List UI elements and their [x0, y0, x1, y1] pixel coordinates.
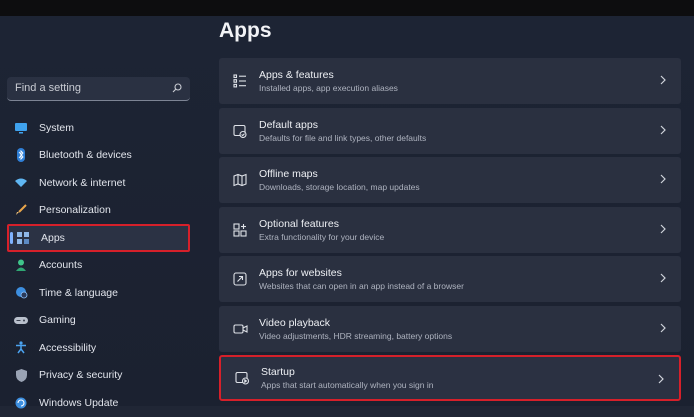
search-placeholder: Find a setting	[15, 82, 82, 94]
item-description: Websites that can open in an app instead…	[259, 281, 464, 291]
app-link-icon	[230, 269, 250, 289]
search-input[interactable]: Find a setting	[7, 77, 190, 101]
chevron-right-icon	[660, 273, 666, 283]
sidebar-nav: System Bluetooth & devices Network & int…	[7, 114, 190, 417]
chevron-right-icon	[660, 75, 666, 85]
gamepad-icon	[13, 312, 29, 328]
startup-item[interactable]: Startup Apps that start automatically wh…	[219, 355, 681, 401]
sidebar-item-time-language[interactable]: Time & language	[7, 279, 190, 307]
item-description: Downloads, storage location, map updates	[259, 182, 420, 192]
monitor-icon	[13, 120, 29, 136]
video-icon	[230, 319, 250, 339]
title-bar	[0, 0, 694, 16]
sidebar-item-label: Privacy & security	[39, 369, 123, 382]
sidebar-item-privacy-security[interactable]: Privacy & security	[7, 362, 190, 390]
update-icon	[13, 395, 29, 411]
sidebar-item-accessibility[interactable]: Accessibility	[7, 334, 190, 362]
apps-for-websites-item[interactable]: Apps for websites Websites that can open…	[219, 256, 681, 302]
sidebar-item-personalization[interactable]: Personalization	[7, 197, 190, 225]
shield-icon	[13, 367, 29, 383]
sidebar-item-label: Time & language	[39, 286, 118, 299]
accessibility-icon	[13, 340, 29, 356]
person-icon	[13, 257, 29, 273]
sidebar-item-label: Gaming	[39, 314, 76, 327]
brush-icon	[13, 202, 29, 218]
item-description: Apps that start automatically when you s…	[261, 380, 434, 390]
sidebar-item-label: Bluetooth & devices	[39, 149, 132, 162]
offline-maps-item[interactable]: Offline maps Downloads, storage location…	[219, 157, 681, 203]
apps-icon	[15, 230, 31, 246]
item-title: Startup	[261, 366, 295, 378]
bluetooth-icon	[13, 147, 29, 163]
item-title: Offline maps	[259, 168, 318, 180]
item-title: Apps for websites	[259, 267, 342, 279]
item-description: Video adjustments, HDR streaming, batter…	[259, 330, 453, 341]
sidebar-item-windows-update[interactable]: Windows Update	[7, 389, 190, 417]
item-title: Optional features	[259, 217, 339, 230]
item-description: Extra functionality for your device	[259, 231, 385, 242]
chevron-right-icon	[658, 374, 664, 384]
item-description: Installed apps, app execution aliases	[259, 83, 398, 93]
apps-settings-list: Apps & features Installed apps, app exec…	[219, 58, 681, 405]
sidebar-item-label: Windows Update	[39, 396, 119, 409]
globe-clock-icon	[13, 285, 29, 301]
sidebar-item-label: System	[39, 121, 75, 134]
item-title: Apps & features	[259, 69, 334, 81]
chevron-right-icon	[660, 224, 666, 233]
apps-features-item[interactable]: Apps & features Installed apps, app exec…	[219, 58, 681, 104]
sidebar-item-label: Apps	[41, 231, 65, 244]
sidebar-item-label: Network & internet	[39, 176, 126, 189]
search-icon[interactable]	[172, 83, 182, 93]
chevron-right-icon	[660, 174, 666, 184]
selection-indicator	[10, 232, 13, 244]
sidebar-item-bluetooth[interactable]: Bluetooth & devices	[7, 142, 190, 170]
startup-icon	[232, 368, 252, 388]
map-icon	[230, 170, 250, 190]
chevron-right-icon	[660, 125, 666, 134]
sidebar-item-apps[interactable]: Apps	[7, 224, 190, 252]
chevron-right-icon	[660, 323, 666, 332]
sidebar-item-label: Personalization	[39, 204, 111, 217]
video-playback-item[interactable]: Video playback Video adjustments, HDR st…	[219, 305, 681, 352]
add-feature-icon	[230, 220, 250, 240]
default-apps-icon	[230, 121, 250, 141]
list-icon	[230, 71, 250, 91]
sidebar-item-gaming[interactable]: Gaming	[7, 307, 190, 335]
optional-features-item[interactable]: Optional features Extra functionality fo…	[219, 206, 681, 253]
page-title: Apps	[219, 19, 272, 42]
default-apps-item[interactable]: Default apps Defaults for file and link …	[219, 107, 681, 154]
sidebar-item-label: Accessibility	[39, 341, 97, 354]
sidebar-item-label: Accounts	[39, 259, 83, 272]
sidebar-item-system[interactable]: System	[7, 114, 190, 142]
item-description: Defaults for file and link types, other …	[259, 132, 427, 143]
wifi-icon	[13, 175, 29, 191]
item-title: Default apps	[259, 118, 318, 131]
item-title: Video playback	[259, 316, 331, 329]
sidebar-item-accounts[interactable]: Accounts	[7, 252, 190, 280]
sidebar-item-network[interactable]: Network & internet	[7, 169, 190, 197]
